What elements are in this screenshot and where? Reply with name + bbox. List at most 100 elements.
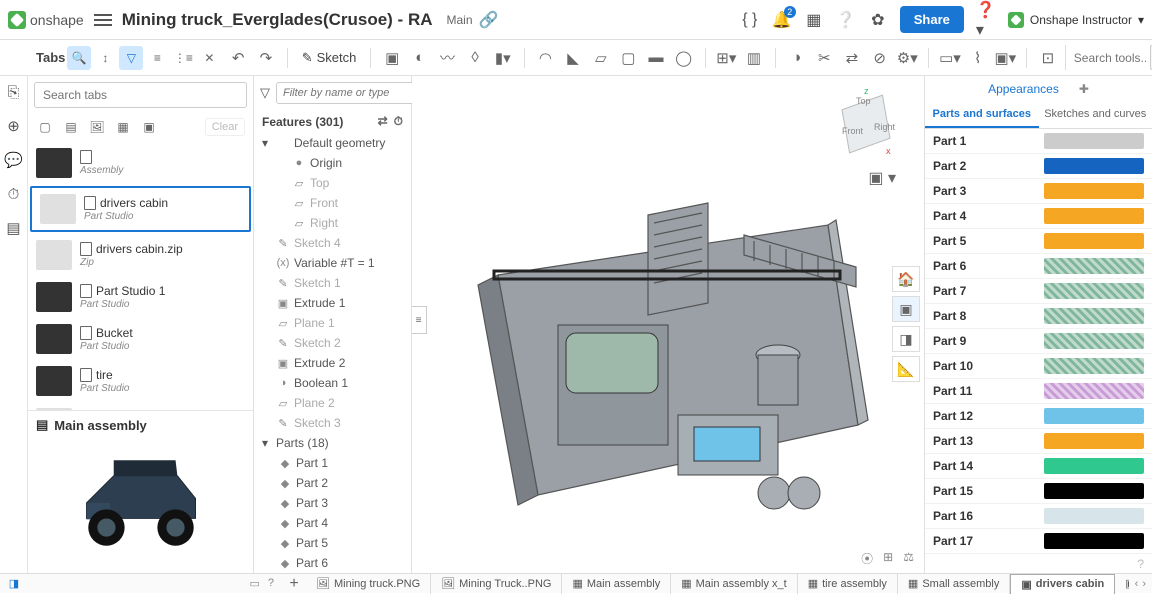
share-button[interactable]: Share bbox=[900, 6, 964, 33]
filter-doc-icon[interactable]: ▢ bbox=[36, 118, 54, 136]
appearance-part-row[interactable]: Part 6 bbox=[925, 254, 1152, 279]
appearance-part-row[interactable]: Part 1 bbox=[925, 129, 1152, 154]
feature-row[interactable]: ▱Right bbox=[254, 213, 411, 233]
parts-header[interactable]: ▾Parts (18) bbox=[254, 433, 411, 453]
part-row-feature[interactable]: ◆Part 5 bbox=[254, 533, 411, 553]
bottom-tab[interactable]: ▦Small assembly bbox=[898, 574, 1010, 594]
appearance-part-row[interactable]: Part 3 bbox=[925, 179, 1152, 204]
branch-label[interactable]: Main bbox=[441, 11, 479, 29]
logo[interactable]: onshape bbox=[8, 11, 84, 29]
hole-icon[interactable]: ◯ bbox=[673, 47, 695, 69]
link-icon[interactable]: 🔗 bbox=[479, 10, 499, 30]
bot-help-icon[interactable]: ? bbox=[268, 577, 274, 590]
color-swatch[interactable] bbox=[1044, 233, 1144, 249]
mirror-icon[interactable]: ▥ bbox=[743, 47, 765, 69]
bottom-tab[interactable]: 🖼Mining Truck..PNG bbox=[431, 574, 562, 594]
feature-row[interactable]: ✎Sketch 1 bbox=[254, 273, 411, 293]
help-icon-small[interactable]: ? bbox=[1137, 557, 1144, 571]
color-swatch[interactable] bbox=[1044, 383, 1144, 399]
modify-icon[interactable]: ⚙▾ bbox=[896, 47, 918, 69]
feature-filter-input[interactable] bbox=[276, 82, 433, 104]
color-swatch[interactable] bbox=[1044, 183, 1144, 199]
appearance-part-row[interactable]: Part 2 bbox=[925, 154, 1152, 179]
bottom-tab[interactable]: ▣drivers cabin bbox=[1010, 574, 1115, 594]
tab-item[interactable]: Part Studio 1 Part Studio bbox=[28, 276, 253, 318]
appearance-part-row[interactable]: Part 12 bbox=[925, 404, 1152, 429]
extrude-icon[interactable]: ▣ bbox=[381, 47, 403, 69]
bottom-tab[interactable]: ▦Main assembly x_t bbox=[671, 574, 798, 594]
feature-row[interactable]: ▱Top bbox=[254, 173, 411, 193]
feature-filter-icon[interactable]: ▽ bbox=[260, 83, 270, 103]
rail-descriptor-icon[interactable]: ▤ bbox=[4, 218, 24, 238]
appearance-part-row[interactable]: Part 7 bbox=[925, 279, 1152, 304]
feature-row[interactable]: ●Origin bbox=[254, 153, 411, 173]
appearance-part-row[interactable]: Part 17 bbox=[925, 529, 1152, 554]
tab-item[interactable]: tire.zip Zip bbox=[28, 402, 253, 410]
filter-asm-icon[interactable]: ▦ bbox=[114, 118, 132, 136]
tabs-next-icon[interactable]: › bbox=[1142, 578, 1146, 590]
pattern-icon[interactable]: ⊞▾ bbox=[716, 47, 738, 69]
appearance-part-row[interactable]: Part 13 bbox=[925, 429, 1152, 454]
user-menu[interactable]: Onshape Instructor ▾ bbox=[1008, 12, 1144, 28]
appearance-part-row[interactable]: Part 4 bbox=[925, 204, 1152, 229]
help-icon[interactable]: ❔ bbox=[836, 10, 856, 30]
feature-row[interactable]: ◑Boolean 1 bbox=[254, 373, 411, 393]
color-swatch[interactable] bbox=[1044, 158, 1144, 174]
timer-icon[interactable]: ⏱ bbox=[394, 114, 403, 129]
filter-other-icon[interactable]: ▣ bbox=[140, 118, 158, 136]
section-view-icon[interactable]: ◨ bbox=[892, 326, 920, 352]
branch-icon[interactable]: { } bbox=[740, 10, 760, 30]
add-appearance-icon[interactable]: ✚ bbox=[1079, 82, 1089, 96]
filter-page-icon[interactable]: ▤ bbox=[62, 118, 80, 136]
filter-icon[interactable]: ▽ bbox=[119, 46, 143, 70]
feature-row[interactable]: ▱Front bbox=[254, 193, 411, 213]
part-row-feature[interactable]: ◆Part 3 bbox=[254, 493, 411, 513]
feature-row[interactable]: ▾Default geometry bbox=[254, 133, 411, 153]
color-swatch[interactable] bbox=[1044, 508, 1144, 524]
chamfer-icon[interactable]: ◣ bbox=[562, 47, 584, 69]
home-icon[interactable]: 🏠 bbox=[892, 266, 920, 292]
part-row-feature[interactable]: ◆Part 6 bbox=[254, 553, 411, 573]
assembly-thumbnail[interactable] bbox=[36, 439, 245, 567]
hamburger-icon[interactable] bbox=[94, 11, 112, 29]
list-icon[interactable]: ≡ bbox=[145, 46, 169, 70]
appearance-part-row[interactable]: Part 11 bbox=[925, 379, 1152, 404]
grid-icon[interactable]: ▦ bbox=[804, 10, 824, 30]
feature-row[interactable]: ▣Extrude 1 bbox=[254, 293, 411, 313]
tab-sketches-curves[interactable]: Sketches and curves bbox=[1039, 102, 1152, 128]
appearance-part-row[interactable]: Part 10 bbox=[925, 354, 1152, 379]
drawer-toggle[interactable]: ≡ bbox=[412, 306, 427, 334]
scale-icon[interactable]: ⦿ bbox=[861, 550, 873, 567]
color-swatch[interactable] bbox=[1044, 133, 1144, 149]
color-swatch[interactable] bbox=[1044, 208, 1144, 224]
search-tools-input[interactable] bbox=[1074, 51, 1146, 65]
boolean-icon[interactable]: ◑ bbox=[786, 47, 808, 69]
color-swatch[interactable] bbox=[1044, 308, 1144, 324]
feature-row[interactable]: ▱Plane 1 bbox=[254, 313, 411, 333]
color-swatch[interactable] bbox=[1044, 258, 1144, 274]
loft-icon[interactable]: ◊ bbox=[464, 47, 486, 69]
close-icon[interactable]: ✕ bbox=[197, 46, 221, 70]
tab-item[interactable]: Assembly bbox=[28, 142, 253, 184]
appearance-part-row[interactable]: Part 5 bbox=[925, 229, 1152, 254]
grid-snap-icon[interactable]: ⊞ bbox=[883, 550, 893, 567]
tab-parts-surfaces[interactable]: Parts and surfaces bbox=[925, 102, 1039, 128]
bottom-tab[interactable]: ▦tire assembly bbox=[798, 574, 898, 594]
color-swatch[interactable] bbox=[1044, 433, 1144, 449]
add-tab-button[interactable]: + bbox=[282, 575, 306, 593]
rail-bottom-icon[interactable]: ◨ bbox=[9, 578, 19, 590]
bottom-tab[interactable]: ▣drivers cabi bbox=[1115, 574, 1128, 594]
bottom-tab[interactable]: ▦Main assembly bbox=[562, 574, 671, 594]
clear-button[interactable]: Clear bbox=[205, 118, 245, 136]
appearance-part-row[interactable]: Part 9 bbox=[925, 329, 1152, 354]
fillet-icon[interactable]: ◠ bbox=[535, 47, 557, 69]
undo-icon[interactable]: ↶ bbox=[227, 47, 249, 69]
appearance-part-row[interactable]: Part 16 bbox=[925, 504, 1152, 529]
sweep-icon[interactable]: 〰 bbox=[437, 47, 459, 69]
rail-tabs-icon[interactable]: ⎘ bbox=[4, 82, 24, 102]
bottom-tab[interactable]: 🖼Mining truck.PNG bbox=[306, 574, 431, 594]
draft-icon[interactable]: ▱ bbox=[590, 47, 612, 69]
gear-icon[interactable]: ✿ bbox=[868, 10, 888, 30]
bell-icon[interactable]: 🔔2 bbox=[772, 10, 792, 30]
part-row-feature[interactable]: ◆Part 2 bbox=[254, 473, 411, 493]
